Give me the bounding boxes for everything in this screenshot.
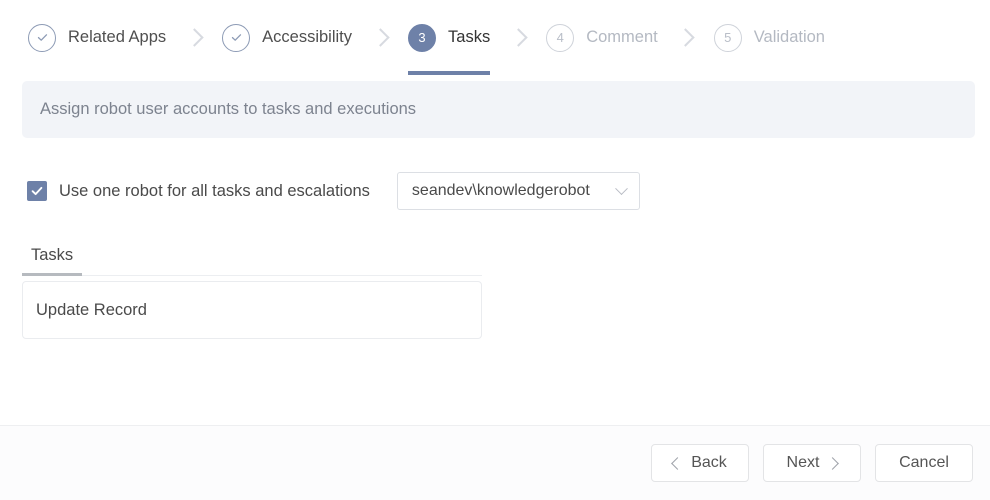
check-icon	[230, 31, 243, 44]
tasks-listbox: Update Record	[22, 281, 482, 339]
robot-assignment-row: Use one robot for all tasks and escalati…	[27, 172, 640, 210]
wizard-step-label-validation: Validation	[754, 28, 825, 47]
wizard-step-label-related-apps: Related Apps	[68, 28, 166, 47]
next-button-label: Next	[787, 454, 820, 472]
wizard-footer: Back Next Cancel	[0, 425, 990, 500]
robot-account-select[interactable]: seandev\knowledgerobot	[397, 172, 640, 210]
wizard-step-label-comment: Comment	[586, 28, 658, 47]
chevron-right-icon	[677, 28, 695, 46]
chevron-right-icon	[185, 28, 203, 46]
cancel-button[interactable]: Cancel	[875, 444, 973, 482]
info-banner: Assign robot user accounts to tasks and …	[22, 81, 975, 138]
next-button[interactable]: Next	[763, 444, 861, 482]
check-icon	[36, 31, 49, 44]
chevron-right-icon	[371, 28, 389, 46]
step-marker-tasks: 3	[408, 24, 436, 52]
step-separator-2	[352, 0, 408, 75]
info-banner-text: Assign robot user accounts to tasks and …	[40, 100, 416, 119]
step-marker-comment: 4	[546, 24, 574, 52]
step-marker-related-apps	[28, 24, 56, 52]
cancel-button-label: Cancel	[899, 454, 949, 472]
step-separator-4	[658, 0, 714, 75]
step-marker-accessibility	[222, 24, 250, 52]
step-marker-validation: 5	[714, 24, 742, 52]
chevron-left-icon	[671, 457, 684, 470]
wizard-step-label-accessibility: Accessibility	[262, 28, 352, 47]
tab-tasks[interactable]: Tasks	[22, 246, 82, 276]
check-icon	[30, 184, 44, 198]
list-item[interactable]: Update Record	[36, 301, 147, 320]
wizard-step-validation[interactable]: 5 Validation	[714, 0, 825, 75]
use-one-robot-checkbox[interactable]	[27, 181, 47, 201]
step-separator-1	[166, 0, 222, 75]
wizard-step-accessibility[interactable]: Accessibility	[222, 0, 352, 75]
chevron-right-icon	[509, 28, 527, 46]
wizard-step-related-apps[interactable]: Related Apps	[28, 0, 166, 75]
step-separator-3	[490, 0, 546, 75]
use-one-robot-label: Use one robot for all tasks and escalati…	[59, 182, 370, 201]
robot-account-select-value: seandev\knowledgerobot	[412, 182, 590, 200]
chevron-down-icon	[615, 182, 628, 195]
wizard-step-label-tasks: Tasks	[448, 28, 490, 47]
wizard-step-tasks[interactable]: 3 Tasks	[408, 0, 490, 75]
chevron-right-icon	[827, 457, 840, 470]
wizard-step-nav: Related Apps Accessibility 3 Tasks 4 Com…	[0, 0, 990, 75]
tasks-panel: Tasks Update Record	[22, 246, 482, 339]
back-button-label: Back	[691, 454, 727, 472]
back-button[interactable]: Back	[651, 444, 749, 482]
wizard-step-comment[interactable]: 4 Comment	[546, 0, 658, 75]
tasks-tabbar: Tasks	[22, 246, 482, 276]
